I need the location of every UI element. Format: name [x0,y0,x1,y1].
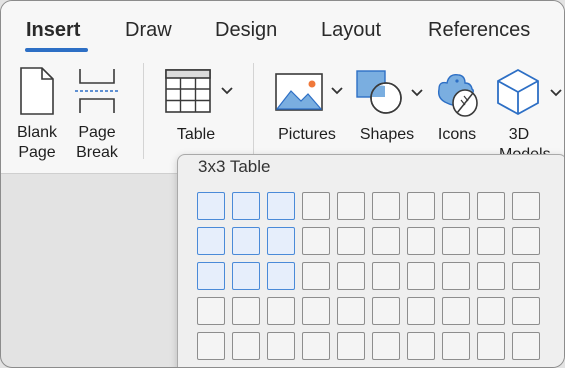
shapes-icon [356,70,402,114]
table-grid-cell[interactable] [477,192,505,220]
table-grid-cell[interactable] [477,227,505,255]
table-grid-cell[interactable] [302,227,330,255]
tab-draw[interactable]: Draw [125,19,172,42]
table-grid-cell[interactable] [302,332,330,360]
table-grid-cell[interactable] [337,227,365,255]
table-grid-cell[interactable] [512,262,540,290]
table-grid-cell[interactable] [267,332,295,360]
table-grid-cell[interactable] [197,297,225,325]
page-break-button[interactable]: Page Break [71,67,123,163]
table-grid-cell[interactable] [442,262,470,290]
table-grid-cell[interactable] [197,332,225,360]
table-grid-cell[interactable] [512,227,540,255]
table-grid-cell[interactable] [302,192,330,220]
group-separator [253,63,254,159]
table-grid-cell[interactable] [267,297,295,325]
table-grid-cell[interactable] [302,297,330,325]
table-grid-cell[interactable] [232,262,260,290]
pictures-label: Pictures [278,126,336,143]
3d-models-chevron-down-icon[interactable] [550,89,562,97]
table-grid-cell[interactable] [372,192,400,220]
tab-insert[interactable]: Insert [26,19,80,42]
table-label: Table [176,126,216,143]
table-button[interactable]: Table [159,67,239,147]
table-grid-cell[interactable] [407,262,435,290]
table-grid-cell[interactable] [407,297,435,325]
pictures-button[interactable]: Pictures [271,67,351,147]
tab-design[interactable]: Design [215,19,277,42]
table-grid-cell[interactable] [197,192,225,220]
table-grid-cell[interactable] [477,262,505,290]
page-break-label-line1: Page [78,124,116,141]
table-grid-cell[interactable] [232,192,260,220]
table-grid-cell[interactable] [232,227,260,255]
blank-page-label-line2: Page [18,144,56,161]
table-grid-cell[interactable] [512,192,540,220]
table-icon [165,69,211,113]
3d-models-label-line1: 3D [508,126,530,143]
table-grid-cell[interactable] [477,332,505,360]
table-chevron-down-icon[interactable] [221,87,233,95]
table-grid-cell[interactable] [337,262,365,290]
table-grid-cell[interactable] [372,332,400,360]
table-grid-cell[interactable] [477,297,505,325]
picture-icon [275,73,323,111]
page-break-icon [75,69,119,113]
tab-layout[interactable]: Layout [321,19,381,42]
table-size-title: 3x3 Table [198,157,271,176]
cube-3d-icon [497,68,539,116]
page-break-label-line2: Break [76,144,118,161]
table-grid-cell[interactable] [372,262,400,290]
table-grid-cell[interactable] [337,192,365,220]
3d-models-button[interactable]: 3D Models [493,67,564,163]
table-grid-cell[interactable] [407,227,435,255]
table-grid-cell[interactable] [302,262,330,290]
table-grid-cell[interactable] [407,192,435,220]
table-grid-cell[interactable] [337,297,365,325]
table-grid-cell[interactable] [232,332,260,360]
shapes-label: Shapes [359,126,415,143]
table-grid-cell[interactable] [267,227,295,255]
blank-page-button[interactable]: Blank Page [13,67,61,163]
blank-page-icon [20,67,54,115]
table-grid-cell[interactable] [407,332,435,360]
table-grid-cell[interactable] [442,332,470,360]
table-size-picker: 3x3 Table [177,154,564,367]
icons-label: Icons [437,126,477,143]
table-grid-cell[interactable] [197,227,225,255]
shapes-button[interactable]: Shapes [353,67,429,147]
tab-references[interactable]: References [428,19,530,42]
table-grid [197,192,540,360]
table-grid-cell[interactable] [267,192,295,220]
word-window: Insert Draw Design Layout References Bla… [0,0,565,368]
table-grid-cell[interactable] [442,192,470,220]
ribbon: Insert Draw Design Layout References Bla… [1,1,564,174]
table-grid-cell[interactable] [512,332,540,360]
table-grid-cell[interactable] [232,297,260,325]
icons-icon [437,73,478,117]
icons-button[interactable]: Icons [431,67,483,147]
table-grid-cell[interactable] [372,227,400,255]
table-grid-cell[interactable] [372,297,400,325]
shapes-chevron-down-icon[interactable] [411,89,423,97]
table-grid-cell[interactable] [197,262,225,290]
blank-page-label-line1: Blank [16,124,58,141]
table-grid-cell[interactable] [512,297,540,325]
active-tab-indicator [25,48,88,52]
table-grid-cell[interactable] [442,227,470,255]
group-separator [143,63,144,159]
table-grid-cell[interactable] [337,332,365,360]
table-grid-cell[interactable] [267,262,295,290]
pictures-chevron-down-icon[interactable] [331,87,343,95]
table-grid-cell[interactable] [442,297,470,325]
